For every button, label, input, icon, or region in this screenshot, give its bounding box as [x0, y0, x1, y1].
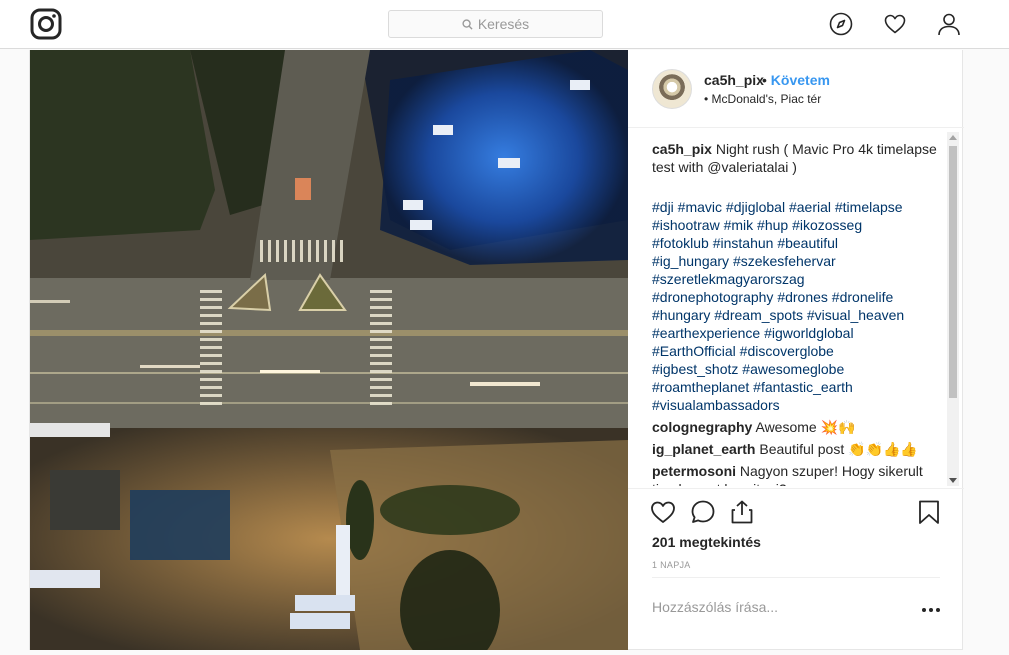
profile-icon[interactable] [937, 12, 961, 36]
caption-username[interactable]: ca5h_pix [652, 141, 712, 157]
hashtag-line[interactable]: #dronephotography #drones #dronelife [652, 288, 940, 306]
search-placeholder: Keresés [477, 16, 530, 32]
hashtag-line[interactable]: #fotoklub #instahun #beautiful [652, 234, 940, 252]
comment-username[interactable]: colognegraphy [652, 419, 752, 435]
comment-item: ig_planet_earth Beautiful post 👏👏👍👍 [652, 440, 940, 458]
comment-input-placeholder: Hozzászólás írása... [652, 599, 779, 615]
location-bullet: • [704, 92, 709, 106]
separator-dot: • [762, 72, 767, 88]
search-input[interactable]: Keresés [388, 10, 603, 38]
top-navigation: Keresés [0, 0, 1009, 49]
bookmark-icon[interactable] [916, 499, 942, 525]
scroll-down-arrow-icon[interactable] [949, 478, 957, 483]
hashtag-line[interactable]: #visualambassadors [652, 396, 940, 414]
like-heart-icon[interactable] [650, 499, 676, 525]
hashtag-line[interactable]: #szeretlekmagyarorszag [652, 270, 940, 288]
follow-button[interactable]: Követem [771, 72, 830, 88]
view-count[interactable]: 201 megtekintés [652, 534, 761, 550]
comment-username[interactable]: ig_planet_earth [652, 441, 755, 457]
comment-input[interactable]: Hozzászólás írása... [652, 577, 940, 637]
hashtag-line[interactable]: #earthexperience #igworldglobal [652, 324, 940, 342]
comments-scrollbar[interactable] [947, 132, 959, 486]
post-header: ca5h_pix • Követem • McDonald's, Piac té… [628, 50, 964, 128]
more-options-icon[interactable] [922, 608, 940, 614]
post-sidebar: ca5h_pix • Követem • McDonald's, Piac té… [628, 50, 964, 650]
heart-icon[interactable] [883, 12, 907, 36]
scroll-up-arrow-icon[interactable] [949, 135, 957, 140]
hashtag-line[interactable]: #dji #mavic #djiglobal #aerial #timelaps… [652, 198, 940, 216]
aerial-intersection-image [30, 50, 628, 650]
post-photo[interactable] [30, 50, 628, 650]
hashtag-line[interactable]: #hungary #dream_spots #visual_heaven [652, 306, 940, 324]
post-card: ca5h_pix • Követem • McDonald's, Piac té… [29, 50, 964, 650]
hashtag-line[interactable]: #ig_hungary #szekesfehervar [652, 252, 940, 270]
search-icon [462, 18, 473, 30]
compass-icon[interactable] [829, 12, 853, 36]
avatar[interactable] [652, 69, 692, 109]
hashtag-line[interactable]: #EarthOfficial #discoverglobe [652, 342, 940, 360]
hashtag-line[interactable]: #roamtheplanet #fantastic_earth [652, 378, 940, 396]
comment-text: Awesome 💥🙌 [755, 419, 856, 435]
instagram-logo-icon[interactable] [30, 8, 62, 40]
scroll-thumb[interactable] [949, 146, 957, 398]
share-icon[interactable] [729, 499, 755, 525]
comments-list[interactable]: ca5h_pix Night rush ( Mavic Pro 4k timel… [652, 140, 940, 486]
comment-item: colognegraphy Awesome 💥🙌 [652, 418, 940, 436]
hashtag-line[interactable]: #igbest_shotz #awesomeglobe [652, 360, 940, 378]
location-text: McDonald's, Piac tér [711, 92, 822, 106]
location-link[interactable]: • McDonald's, Piac tér [704, 92, 821, 106]
post-timestamp: 1 NAPJA [652, 560, 691, 570]
comment-item: petermosoni Nagyon szuper! Hogy sikerult… [652, 462, 940, 486]
comment-bubble-icon[interactable] [690, 499, 716, 525]
caption: ca5h_pix Night rush ( Mavic Pro 4k timel… [652, 140, 940, 176]
comment-username[interactable]: petermosoni [652, 463, 736, 479]
follow-group: • Követem [762, 72, 830, 88]
hashtag-line[interactable]: #ishootraw #mik #hup #ikozosseg [652, 216, 940, 234]
comment-text: Beautiful post 👏👏👍👍 [759, 441, 918, 457]
post-username[interactable]: ca5h_pix [704, 72, 764, 88]
post-actions: 201 megtekintés 1 NAPJA Hozzászólás írás… [628, 488, 964, 650]
